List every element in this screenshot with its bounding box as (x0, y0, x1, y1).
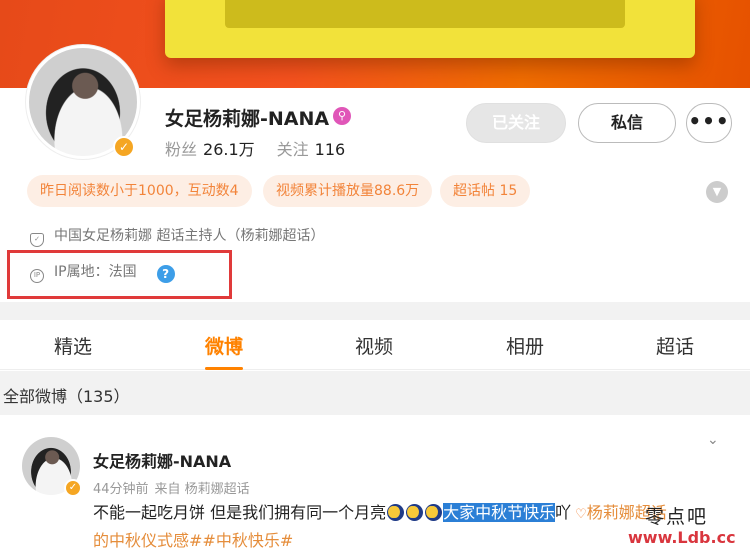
tag-super-topic-posts[interactable]: 超话帖 15 (440, 175, 531, 207)
verified-badge-icon: ✓ (64, 479, 82, 497)
verification-info: ✓ 中国女足杨莉娜 超话主持人（杨莉娜超话） (30, 225, 324, 247)
moon-emoji-icon (425, 504, 443, 521)
tab-videos[interactable]: 视频 (355, 332, 393, 359)
moon-emoji-icon (406, 504, 424, 521)
all-weibo-label[interactable]: 全部微博（135） (3, 387, 130, 406)
message-button[interactable]: 私信 (578, 103, 676, 143)
tab-super-topic[interactable]: 超话 (656, 332, 694, 359)
chevron-down-icon[interactable]: ▼ (706, 181, 728, 203)
selected-text: 大家中秋节快乐 (443, 503, 556, 522)
following-stat[interactable]: 关注 116 (277, 140, 346, 159)
post-time[interactable]: 44分钟前 (93, 482, 149, 497)
post-meta: 44分钟前 来自 杨莉娜超话 (93, 478, 250, 497)
fans-stat[interactable]: 粉丝 26.1万 (165, 140, 255, 159)
tag-video-plays[interactable]: 视频累计播放量88.6万 (263, 175, 433, 207)
active-tab-indicator (205, 367, 243, 370)
cover-yellow-box-inner (225, 0, 625, 28)
watermark-text: 零点吧 (645, 506, 709, 528)
moon-emoji-icon (387, 504, 405, 521)
member-icon[interactable]: ⚲ (333, 107, 351, 125)
tag-reading-stats[interactable]: 昨日阅读数小于1000，互动数4 (27, 175, 252, 207)
profile-stats: 粉丝 26.1万 关注 116 (165, 136, 345, 160)
post-menu-chevron-icon[interactable]: ⌄ (707, 432, 719, 448)
followed-button[interactable]: 已关注 (466, 103, 566, 143)
post-author[interactable]: 女足杨莉娜-NANA (93, 448, 231, 472)
super-topic-icon: ♡ (575, 507, 587, 522)
more-options-button[interactable]: ••• (686, 103, 732, 143)
profile-username: 女足杨莉娜-NANA (165, 108, 330, 130)
tab-featured[interactable]: 精选 (54, 332, 92, 359)
tab-albums[interactable]: 相册 (506, 332, 544, 359)
verified-badge-icon: ✓ (113, 136, 135, 158)
profile-tabs: 精选 微博 视频 相册 超话 (0, 320, 750, 370)
topic-link[interactable]: 的中秋仪式感##中秋快乐# (93, 531, 293, 549)
ip-highlight-box (7, 250, 232, 299)
all-weibo-header: 全部微博（135） (0, 371, 750, 415)
post-source[interactable]: 来自 杨莉娜超话 (155, 482, 250, 497)
section-divider (0, 302, 750, 320)
weibo-profile-page: ✓ 女足杨莉娜-NANA ⚲ 粉丝 26.1万 关注 116 已关注 私信 ••• 昨… (0, 0, 750, 549)
watermark-url: www.Ldb.cc (628, 528, 736, 547)
tab-weibo[interactable]: 微博 (205, 332, 243, 359)
shield-icon: ✓ (30, 233, 44, 247)
